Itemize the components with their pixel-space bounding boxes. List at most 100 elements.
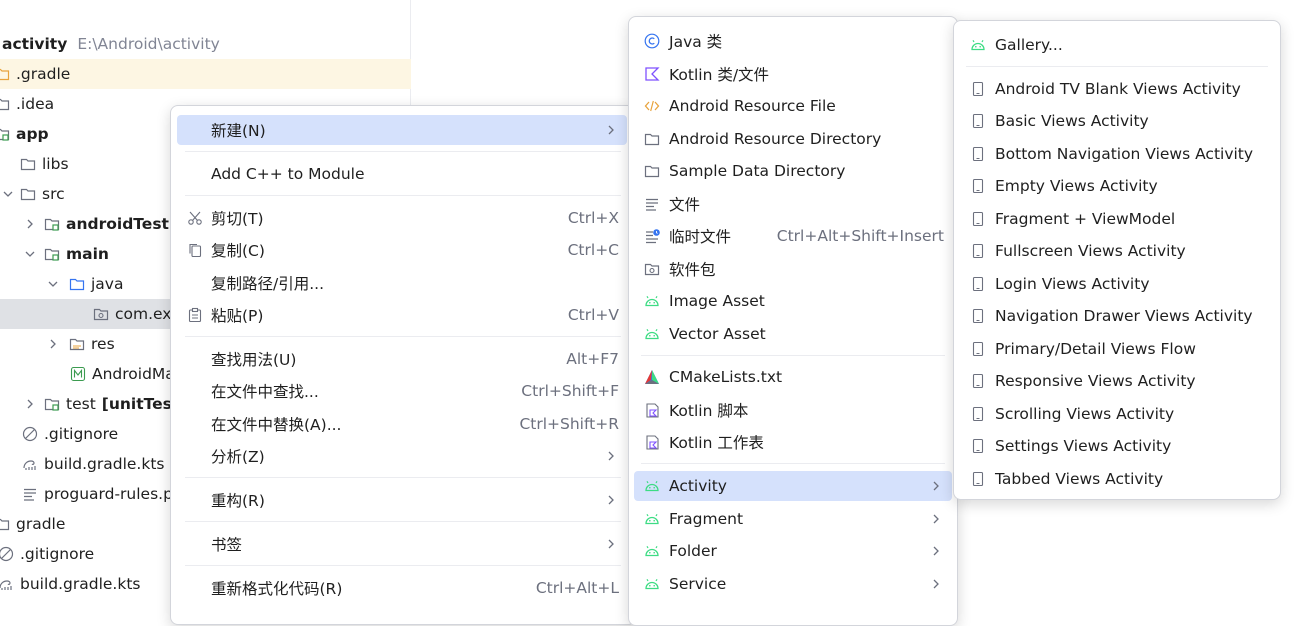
menu-item-find-in-files[interactable]: 在文件中查找... Ctrl+Shift+F	[177, 376, 627, 406]
menu-item-label: Empty Views Activity	[995, 177, 1158, 195]
menu-item-find-usages[interactable]: 查找用法(U) Alt+F7	[177, 344, 627, 374]
tree-root-label: activity	[2, 35, 68, 53]
menu-item-label: Add C++ to Module	[211, 165, 365, 183]
menu-item-copy[interactable]: 复制(C) Ctrl+C	[177, 235, 627, 265]
menu-item-kotlin-worksheet[interactable]: Kotlin 工作表	[634, 427, 952, 457]
chevron-right-icon	[928, 576, 944, 592]
chevron-right-icon	[603, 122, 619, 138]
menu-item-vector-asset[interactable]: Vector Asset	[634, 319, 952, 349]
cmake-icon	[644, 369, 660, 385]
menu-item-activity-template[interactable]: Basic Views Activity	[962, 106, 1272, 136]
chevron-down-icon[interactable]	[45, 276, 61, 292]
menu-item-analyze[interactable]: 分析(Z)	[177, 441, 627, 471]
menu-item-kotlin-script[interactable]: Kotlin 脚本	[634, 395, 952, 425]
menu-item-activity-template[interactable]: Navigation Drawer Views Activity	[962, 301, 1272, 331]
test-folder-icon	[44, 216, 60, 232]
menu-item-file[interactable]: 文件	[634, 189, 952, 219]
activity-submenu: Gallery... Android TV Blank Views Activi…	[953, 20, 1281, 500]
tree-root[interactable]: activity E:\Android\activity	[0, 29, 411, 59]
menu-divider	[185, 195, 621, 196]
menu-item-android-resource-directory[interactable]: Android Resource Directory	[634, 124, 952, 154]
menu-item-label: 重构(R)	[211, 492, 265, 510]
menu-item-label: 剪切(T)	[211, 210, 264, 228]
chevron-right-icon[interactable]	[22, 216, 38, 232]
tree-item-label: build.gradle.kts	[44, 455, 165, 473]
menu-item-cmakelists[interactable]: CMakeLists.txt	[634, 362, 952, 392]
text-file-icon	[644, 196, 660, 212]
menu-item-folder[interactable]: Folder	[634, 536, 952, 566]
tree-item-label: libs	[42, 155, 69, 173]
chevron-right-icon[interactable]	[45, 336, 61, 352]
menu-item-label: 查找用法(U)	[211, 351, 297, 369]
chevron-right-icon	[928, 543, 944, 559]
kotlin-script-icon	[644, 402, 660, 418]
chevron-down-icon[interactable]	[22, 246, 38, 262]
menu-item-scratch-file[interactable]: 临时文件 Ctrl+Alt+Shift+Insert	[634, 221, 952, 251]
menu-item-label: Kotlin 类/文件	[669, 66, 770, 84]
gradle-icon	[0, 576, 14, 592]
scissors-icon	[187, 210, 203, 226]
tree-item-gradle-dir[interactable]: .gradle	[0, 59, 411, 89]
menu-item-label: Activity	[669, 477, 727, 495]
menu-item-bookmarks[interactable]: 书签	[177, 529, 627, 559]
phone-icon	[970, 178, 986, 194]
menu-item-activity-template[interactable]: Responsive Views Activity	[962, 366, 1272, 396]
manifest-icon	[70, 366, 86, 382]
menu-item-java-class[interactable]: Java 类	[634, 26, 952, 56]
menu-item-label: 软件包	[669, 261, 716, 279]
menu-item-new[interactable]: 新建(N)	[177, 115, 627, 145]
menu-divider	[641, 463, 945, 464]
menu-item-label: Fragment	[669, 510, 744, 528]
menu-item-package[interactable]: 软件包	[634, 254, 952, 284]
android-icon	[644, 478, 660, 494]
tree-item-label: res	[91, 335, 115, 353]
menu-item-activity-template[interactable]: Empty Views Activity	[962, 171, 1272, 201]
menu-item-activity[interactable]: Activity	[634, 471, 952, 501]
menu-item-label: Tabbed Views Activity	[995, 470, 1164, 488]
chevron-down-icon[interactable]	[0, 186, 16, 202]
test-folder-icon	[44, 396, 60, 412]
menu-item-label: Responsive Views Activity	[995, 372, 1196, 390]
menu-item-activity-template[interactable]: Bottom Navigation Views Activity	[962, 139, 1272, 169]
tree-root-path: E:\Android\activity	[77, 35, 220, 53]
menu-item-activity-template[interactable]: Settings Views Activity	[962, 431, 1272, 461]
menu-item-service[interactable]: Service	[634, 569, 952, 599]
menu-item-kotlin-class[interactable]: Kotlin 类/文件	[634, 59, 952, 89]
phone-icon	[970, 471, 986, 487]
menu-item-cut[interactable]: 剪切(T) Ctrl+X	[177, 203, 627, 233]
menu-item-label: 临时文件	[669, 228, 732, 246]
menu-item-refactor[interactable]: 重构(R)	[177, 485, 627, 515]
tree-item-label: java	[91, 275, 124, 293]
menu-item-label: 文件	[669, 196, 701, 214]
menu-divider	[185, 336, 621, 337]
menu-item-activity-template[interactable]: Scrolling Views Activity	[962, 399, 1272, 429]
phone-icon	[970, 341, 986, 357]
chevron-right-icon	[928, 511, 944, 527]
menu-item-copy-path[interactable]: 复制路径/引用...	[177, 268, 627, 298]
menu-item-label: 复制路径/引用...	[211, 275, 325, 293]
menu-item-activity-template[interactable]: Tabbed Views Activity	[962, 464, 1272, 494]
menu-item-image-asset[interactable]: Image Asset	[634, 286, 952, 316]
menu-item-paste[interactable]: 粘贴(P) Ctrl+V	[177, 300, 627, 330]
menu-item-activity-template[interactable]: Fullscreen Views Activity	[962, 236, 1272, 266]
menu-item-activity-template[interactable]: Android TV Blank Views Activity	[962, 74, 1272, 104]
menu-item-activity-template[interactable]: Login Views Activity	[962, 269, 1272, 299]
gradle-icon	[22, 456, 38, 472]
gitignore-icon	[0, 546, 14, 562]
menu-item-activity-template[interactable]: Primary/Detail Views Flow	[962, 334, 1272, 364]
menu-item-replace-in-files[interactable]: 在文件中替换(A)... Ctrl+Shift+R	[177, 409, 627, 439]
chevron-right-icon[interactable]	[22, 396, 38, 412]
tree-item-label: app	[16, 125, 49, 143]
menu-item-label: Settings Views Activity	[995, 437, 1172, 455]
menu-item-add-cpp[interactable]: Add C++ to Module	[177, 159, 627, 189]
menu-item-reformat-code[interactable]: 重新格式化代码(R) Ctrl+Alt+L	[177, 573, 627, 603]
menu-item-sample-data-directory[interactable]: Sample Data Directory	[634, 156, 952, 186]
menu-item-android-resource-file[interactable]: Android Resource File	[634, 91, 952, 121]
menu-item-fragment[interactable]: Fragment	[634, 504, 952, 534]
menu-item-gallery[interactable]: Gallery...	[962, 30, 1272, 60]
scratch-file-icon	[644, 228, 660, 244]
menu-item-label: Kotlin 工作表	[669, 434, 764, 452]
menu-item-activity-template[interactable]: Fragment + ViewModel	[962, 204, 1272, 234]
folder-icon	[0, 66, 10, 82]
menu-item-label: Primary/Detail Views Flow	[995, 340, 1196, 358]
